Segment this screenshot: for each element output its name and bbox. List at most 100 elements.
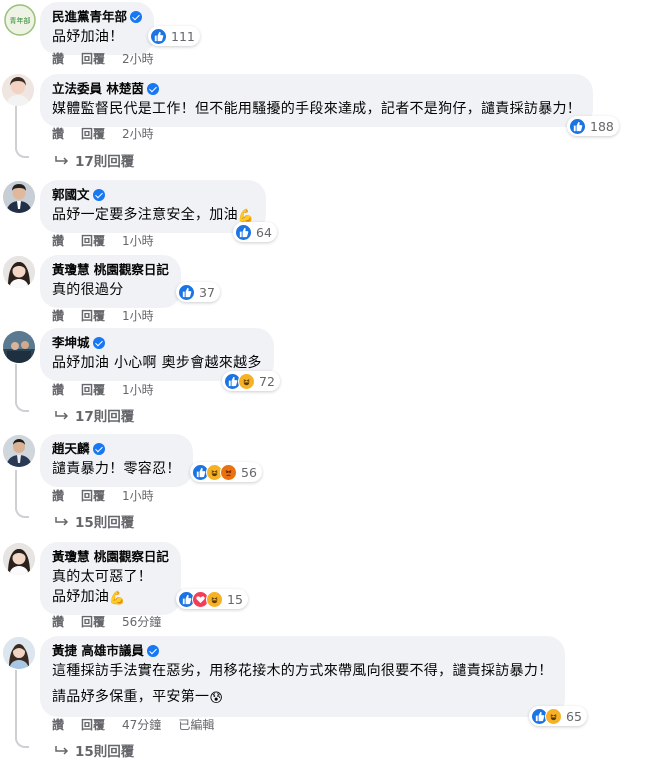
like-button[interactable]: 讚 [52,309,64,323]
author-name[interactable]: 郭國文 [52,187,90,203]
comment-bubble: 黃捷 高雄市議員 這種採訪手法實在惡劣，用移花接木的方式來帶風向很要不得，譴責採… [40,636,565,717]
comment: 立法委員 林楚茵 媒體監督民代是工作！但不能用騷擾的手段來達成，記者不是狗仔，譴… [0,70,647,170]
timestamp[interactable]: 1小時 [122,489,154,503]
reaction-count: 56 [241,464,257,480]
reaction-count: 37 [199,284,215,300]
reaction-summary[interactable]: 72 [222,371,280,391]
avatar[interactable] [2,74,34,106]
avatar[interactable] [3,435,35,467]
avatar[interactable] [3,181,35,213]
like-reaction-icon [235,223,252,241]
timestamp[interactable]: 56分鐘 [122,615,161,629]
like-reaction-icon [150,27,167,45]
thread-curve [15,148,29,158]
reaction-summary[interactable]: 111 [148,26,200,46]
comment-author: 黃瓊慧 桃園觀察日記 [52,262,169,278]
like-button[interactable]: 讚 [52,127,64,141]
thread-line [15,470,17,510]
like-button[interactable]: 讚 [52,718,64,732]
reply-button[interactable]: 回覆 [81,127,105,141]
edited-label[interactable]: 已編輯 [178,718,214,732]
reaction-summary[interactable]: 188 [567,116,619,136]
comment-text-content: 請品妤多保重，平安第一 [52,689,210,705]
avatar[interactable] [3,543,35,575]
comment: 李坤城 品妤加油 小心啊 奧步會越來越多 72 讚 回覆 1小時 17則回覆 [0,328,647,425]
reply-button[interactable]: 回覆 [81,234,105,248]
view-replies-button[interactable]: 17則回覆 [55,405,134,425]
timestamp[interactable]: 1小時 [122,309,154,323]
reply-button[interactable]: 回覆 [81,489,105,503]
view-replies-button[interactable]: 17則回覆 [55,150,134,170]
muscle-emoji-icon: 💪 [109,591,126,606]
comment: 黃捷 高雄市議員 這種採訪手法實在惡劣，用移花接木的方式來帶風向很要不得，譴責採… [0,634,647,761]
author-name[interactable]: 趙天麟 [52,441,90,457]
timestamp[interactable]: 2小時 [122,52,154,66]
avatar[interactable]: 青年部 [4,4,36,36]
comment-actions: 讚 回覆 2小時 [52,127,171,141]
comment-author: 立法委員 林楚茵 [52,81,581,97]
reaction-count: 188 [590,118,614,134]
haha-reaction-icon [545,707,562,725]
view-replies-button[interactable]: 15則回覆 [55,740,134,760]
comment-text: 真的太可惡了！ [52,569,153,585]
thread-line [15,106,17,150]
reply-arrow-icon [55,745,69,755]
comment-actions: 讚 回覆 1小時 [52,383,171,397]
comment-text: 品妤加油💪 [52,587,169,607]
avatar[interactable] [3,256,35,288]
avatar[interactable] [3,331,35,363]
reply-button[interactable]: 回覆 [81,718,105,732]
author-name[interactable]: 立法委員 林楚茵 [52,81,144,97]
reaction-count: 72 [259,373,275,389]
comment-author: 李坤城 [52,335,262,351]
reply-button[interactable]: 回覆 [81,52,105,66]
comment-text: 這種採訪手法實在惡劣，用移花接木的方式來帶風向很要不得，譴責採訪暴力！ [52,663,553,679]
comment-text: 真的很過分 [52,282,124,298]
author-name[interactable]: 黃瓊慧 桃園觀察日記 [52,549,169,565]
avatar[interactable] [3,637,35,669]
like-button[interactable]: 讚 [52,383,64,397]
timestamp[interactable]: 47分鐘 [122,718,161,732]
comment: 黃瓊慧 桃園觀察日記 真的很過分 37 讚 回覆 1小時 [0,253,647,327]
verified-badge-icon [130,11,143,23]
like-button[interactable]: 讚 [52,489,64,503]
replies-count: 17則回覆 [75,409,135,425]
reaction-summary[interactable]: 56 [190,462,262,482]
reply-button[interactable]: 回覆 [81,383,105,397]
comment-text: 譴責暴力！零容忍！ [52,461,181,477]
author-name[interactable]: 黃捷 高雄市議員 [52,643,144,659]
thread-line [15,364,17,404]
reaction-summary[interactable]: 65 [529,706,587,726]
author-name[interactable]: 李坤城 [52,335,90,351]
verified-badge-icon [92,443,105,455]
timestamp[interactable]: 1小時 [122,234,154,248]
like-button[interactable]: 讚 [52,615,64,629]
comment-actions: 讚 回覆 1小時 [52,309,171,323]
timestamp[interactable]: 1小時 [122,383,154,397]
comment-actions: 讚 回覆 1小時 [52,489,171,503]
author-name[interactable]: 民進黨青年部 [52,9,127,25]
reply-button[interactable]: 回覆 [81,309,105,323]
comment: 郭國文 品妤一定要多注意安全，加油💪 64 讚 回覆 1小時 [0,178,647,252]
view-replies-button[interactable]: 15則回覆 [55,511,134,531]
comment-author: 郭國文 [52,187,254,203]
reaction-summary[interactable]: 15 [176,589,248,609]
comment-actions: 讚 回覆 1小時 [52,234,171,248]
like-button[interactable]: 讚 [52,52,64,66]
like-reaction-icon [178,283,195,301]
comment: 趙天麟 譴責暴力！零容忍！ 56 讚 回覆 1小時 15則回覆 [0,434,647,531]
verified-badge-icon [92,189,105,201]
author-name[interactable]: 黃瓊慧 桃園觀察日記 [52,262,169,278]
reaction-summary[interactable]: 37 [176,282,220,302]
reply-arrow-icon [55,516,69,526]
like-button[interactable]: 讚 [52,234,64,248]
anxious-face-emoji-icon: 😰 [209,691,224,706]
comment-text-content: 品妤加油 [52,589,110,605]
replies-count: 17則回覆 [75,154,135,170]
reply-button[interactable]: 回覆 [81,615,105,629]
verified-badge-icon [92,337,105,349]
timestamp[interactable]: 2小時 [122,127,154,141]
reaction-summary[interactable]: 64 [233,222,277,242]
comment-text: 請品妤多保重，平安第一😰 [52,687,553,707]
comment: 黃瓊慧 桃園觀察日記 真的太可惡了！ 品妤加油💪 15 讚 回覆 56分鐘 [0,540,647,634]
